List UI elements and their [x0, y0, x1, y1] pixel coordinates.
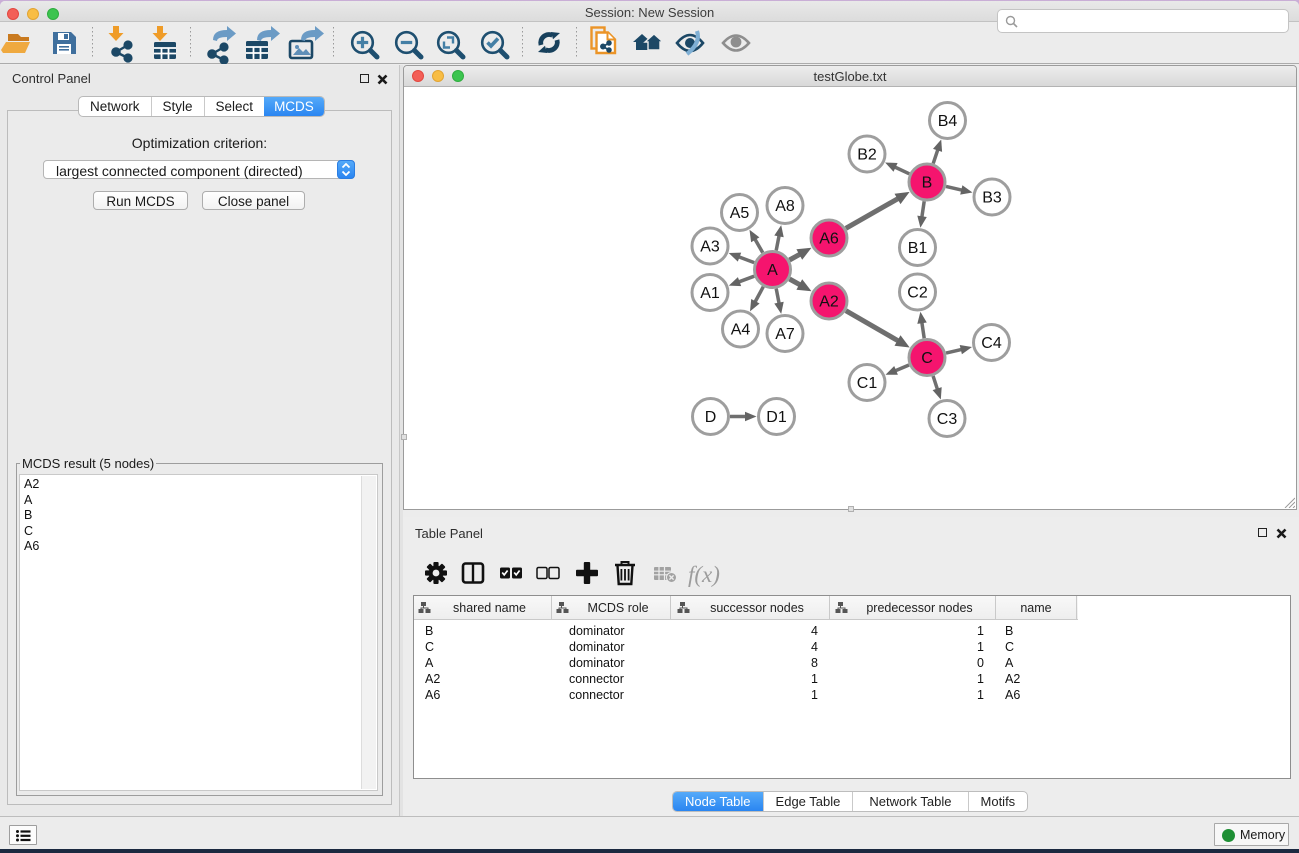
- svg-text:A5: A5: [730, 205, 750, 222]
- svg-text:C1: C1: [857, 375, 878, 392]
- svg-text:A7: A7: [775, 326, 795, 343]
- svg-text:D1: D1: [766, 409, 787, 426]
- svg-text:A1: A1: [700, 285, 720, 302]
- svg-text:B3: B3: [982, 190, 1002, 207]
- svg-text:B: B: [922, 175, 933, 192]
- svg-text:C: C: [921, 350, 933, 367]
- svg-text:A: A: [767, 262, 778, 279]
- svg-text:D: D: [705, 409, 717, 426]
- svg-text:A2: A2: [819, 294, 839, 311]
- svg-text:A4: A4: [731, 322, 751, 339]
- svg-text:B1: B1: [908, 240, 928, 257]
- svg-text:C2: C2: [907, 285, 928, 302]
- svg-text:f(x): f(x): [688, 562, 720, 587]
- svg-text:A6: A6: [819, 231, 839, 248]
- svg-text:A3: A3: [700, 239, 720, 256]
- svg-text:C3: C3: [937, 411, 958, 428]
- svg-text:A8: A8: [775, 198, 795, 215]
- svg-text:B4: B4: [938, 113, 958, 130]
- svg-text:C4: C4: [981, 335, 1002, 352]
- svg-text:B2: B2: [857, 147, 877, 164]
